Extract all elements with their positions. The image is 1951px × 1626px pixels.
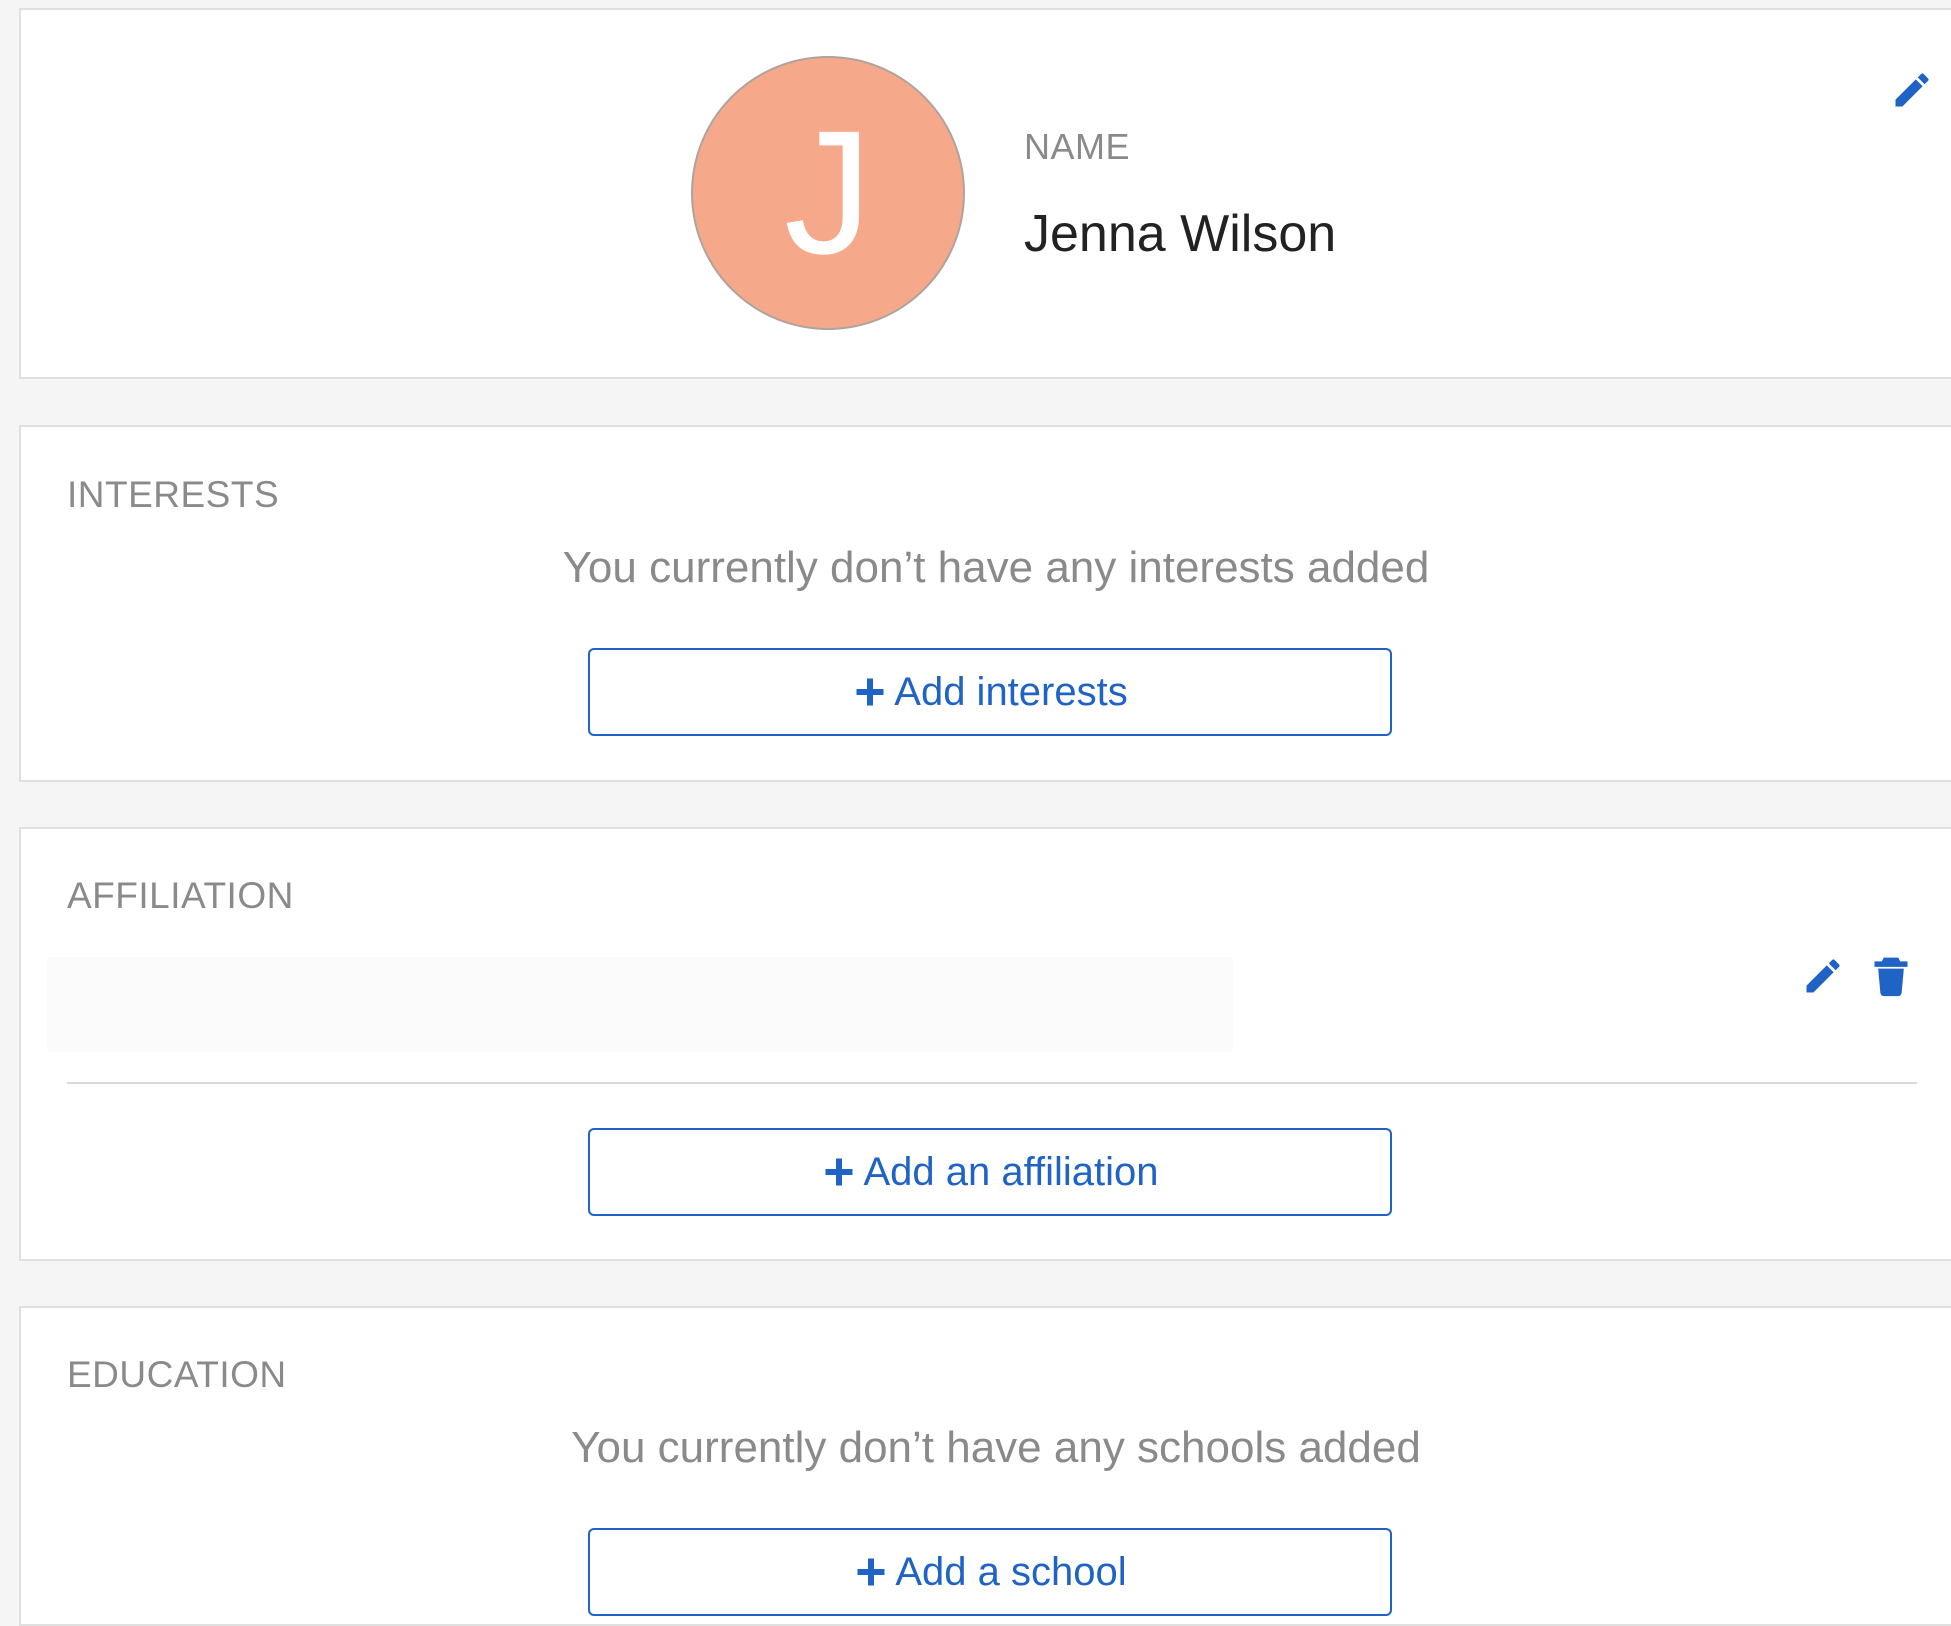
affiliation-divider <box>67 1082 1917 1084</box>
name-value: Jenna Wilson <box>1024 205 1337 263</box>
pencil-icon <box>1806 959 1840 993</box>
avatar: J <box>691 56 965 330</box>
education-empty-message: You currently don’t have any schools add… <box>571 1423 1421 1472</box>
interests-card: INTERESTS You currently don’t have any i… <box>19 425 1951 782</box>
add-affiliation-button[interactable]: Add an affiliation <box>588 1128 1392 1216</box>
education-title: EDUCATION <box>67 1354 287 1395</box>
edit-profile-button[interactable] <box>1888 66 1936 114</box>
affiliation-card: AFFILIATION Add an affiliation <box>19 827 1951 1261</box>
pencil-icon <box>1895 73 1929 107</box>
plus-icon <box>857 1558 885 1586</box>
avatar-initial: J <box>784 95 872 291</box>
trash-icon <box>1874 957 1908 997</box>
add-interests-button[interactable]: Add interests <box>588 648 1392 736</box>
add-school-label: Add a school <box>895 1549 1127 1594</box>
name-label: NAME <box>1024 126 1131 167</box>
education-card: EDUCATION You currently don’t have any s… <box>19 1306 1951 1626</box>
interests-empty-message: You currently don’t have any interests a… <box>562 543 1430 592</box>
plus-icon <box>856 678 884 706</box>
add-interests-label: Add interests <box>894 669 1128 714</box>
affiliation-entry <box>47 957 1233 1052</box>
delete-affiliation-button[interactable] <box>1867 952 1915 1000</box>
add-affiliation-label: Add an affiliation <box>863 1149 1159 1194</box>
interests-title: INTERESTS <box>67 474 280 515</box>
add-school-button[interactable]: Add a school <box>588 1528 1392 1616</box>
profile-card: J NAME Jenna Wilson <box>19 8 1951 379</box>
plus-icon <box>825 1158 853 1186</box>
edit-affiliation-button[interactable] <box>1799 952 1847 1000</box>
affiliation-title: AFFILIATION <box>67 875 294 916</box>
